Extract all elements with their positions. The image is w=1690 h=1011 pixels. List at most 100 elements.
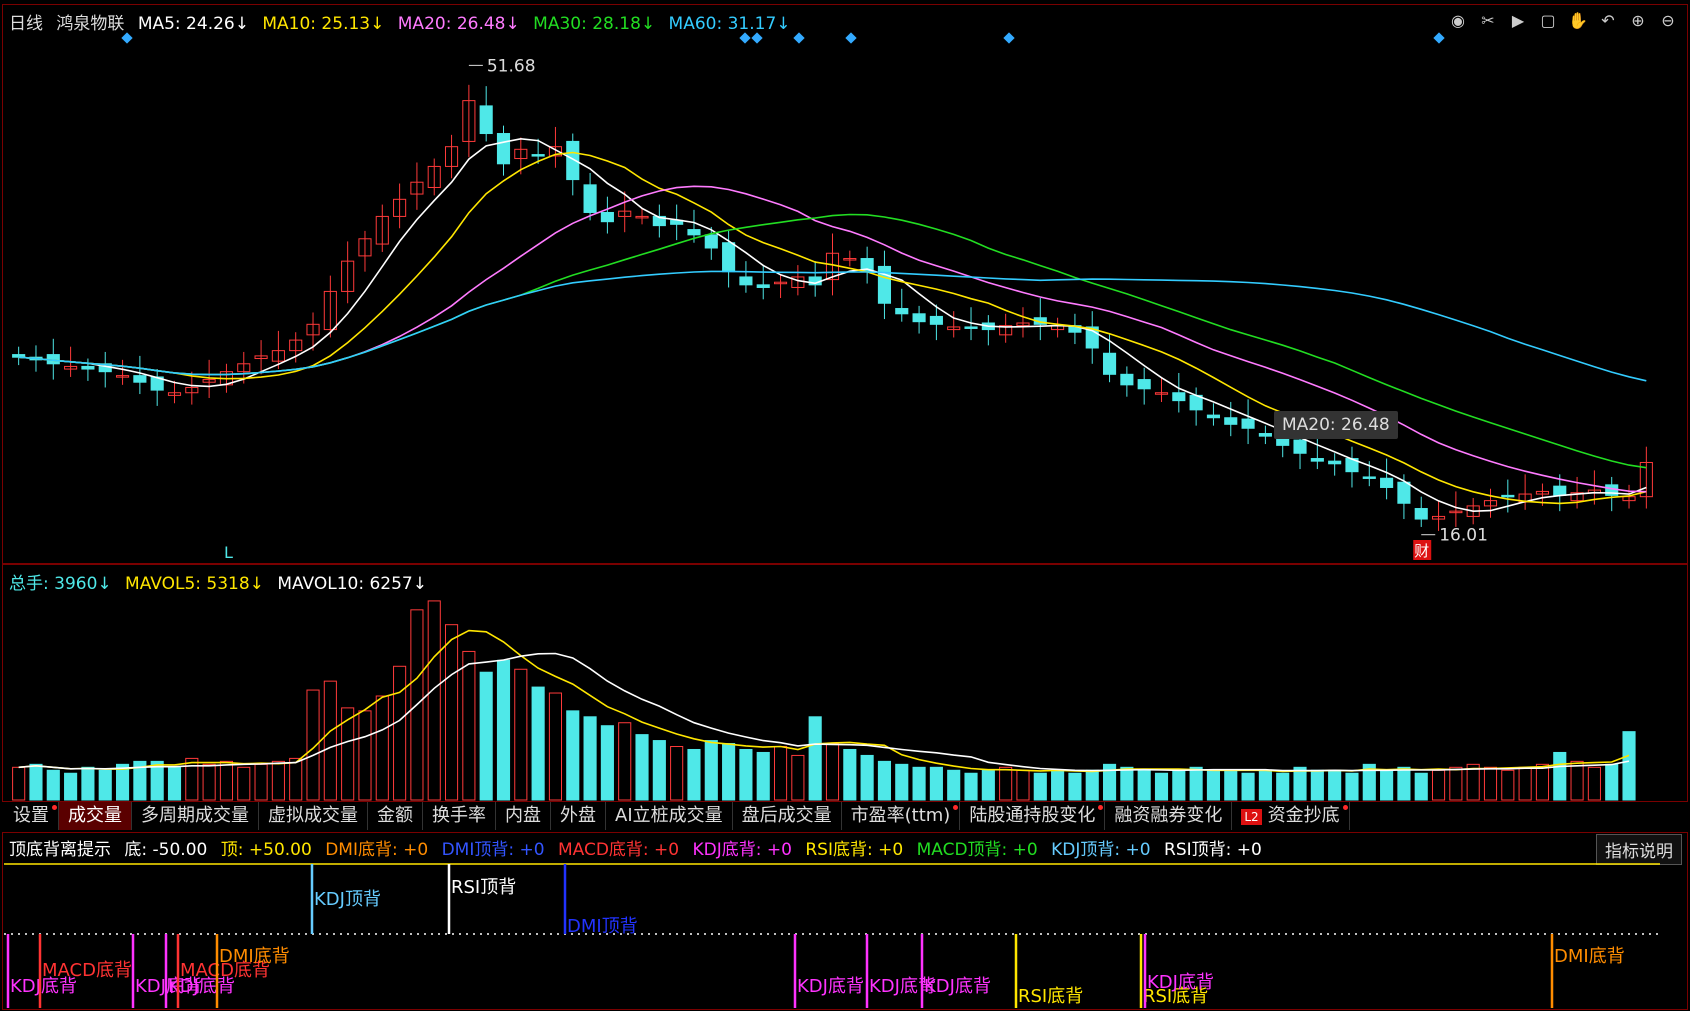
ma5-line (18, 137, 1647, 513)
volume-bar (999, 766, 1013, 801)
volume-bar (271, 760, 285, 801)
volume-bar (1397, 766, 1411, 801)
volume-bar (877, 760, 892, 801)
candle-body (1102, 352, 1117, 375)
volume-bar (219, 760, 234, 801)
volume-bar (531, 686, 545, 801)
candle-body (1380, 477, 1394, 488)
volume-bar (1553, 751, 1567, 801)
candle-body (1328, 460, 1342, 465)
volume-bar (1431, 769, 1446, 801)
volume-bar (358, 710, 372, 801)
low-label: 16.01 (1439, 526, 1488, 546)
kdj-bottom-signal-6-label: KDJ底背 (924, 976, 991, 997)
volume-bar (167, 766, 182, 801)
event-diamond (751, 32, 763, 44)
rsi-top-signal-label: RSI顶背 (451, 877, 516, 898)
candle-body (1293, 439, 1307, 454)
volume-bar (1033, 772, 1047, 801)
volume-bar (1449, 766, 1463, 801)
volume-bar (1414, 772, 1428, 801)
rsi-bottom-signal-1-label: RSI底背 (1018, 986, 1083, 1007)
candle-body (1362, 476, 1376, 479)
volume-bar (1380, 769, 1394, 801)
event-diamond (845, 32, 857, 44)
volume-bar (323, 680, 337, 801)
candle-body (687, 229, 701, 236)
volume-bar (843, 748, 857, 801)
volume-bar (1224, 769, 1238, 801)
volume-bar (1016, 769, 1030, 801)
volume-bar (185, 757, 199, 801)
volume-bar (375, 695, 389, 801)
high-label: 51.68 (487, 56, 536, 76)
event-diamond (121, 32, 133, 44)
candle-body (133, 375, 147, 383)
volume-bar (496, 659, 511, 801)
candle-body (1241, 418, 1255, 429)
volume-bar (1276, 772, 1290, 801)
volume-bar (237, 766, 251, 801)
candle-body (1137, 379, 1151, 390)
volume-bar (514, 668, 528, 801)
candle-body (1553, 485, 1567, 496)
candle-body (756, 284, 770, 288)
volume-bar (1587, 766, 1601, 801)
volume-bar (756, 751, 770, 801)
chart-canvas: 51.68 16.01 L 财 KDJ顶背 RSI顶背 DMI顶背 KDJ底背 MACD底背 KD… (4, 32, 1660, 1008)
volume-bar (1518, 766, 1532, 801)
volume-bar (1172, 769, 1186, 801)
volume-bar (1137, 769, 1151, 801)
candle-body (566, 140, 580, 181)
volume-bar (479, 671, 493, 801)
ma20-line (18, 185, 1647, 493)
volume-bar (773, 746, 788, 801)
volume-bar (81, 766, 95, 801)
volume-bar (64, 772, 78, 801)
candle-body (739, 276, 753, 286)
candle-body (722, 242, 736, 273)
event-diamond (1433, 32, 1445, 44)
candle-body (929, 315, 943, 325)
volume-bar (46, 769, 60, 801)
candle-body (895, 308, 909, 315)
volume-bar (912, 766, 926, 801)
mavol5-line (18, 629, 1630, 773)
candle-body (1397, 481, 1411, 504)
volume-bar (704, 740, 718, 801)
candle-body (1501, 494, 1515, 498)
candle-body (1172, 392, 1186, 402)
candle-body (1206, 414, 1221, 419)
mavol10-line (18, 652, 1630, 772)
dmi-bottom-signal-1-label: DMI底背 (219, 946, 290, 967)
volume-bar (29, 763, 43, 801)
volume-bar (1622, 731, 1636, 801)
volume-bar (1085, 769, 1099, 801)
volume-bar (670, 746, 684, 801)
crosshair-tooltip: MA20: 26.48 (1274, 411, 1398, 439)
volume-bar (600, 725, 614, 801)
kdj-top-signal-label: KDJ顶背 (314, 889, 381, 910)
candle-body (964, 326, 978, 329)
volume-bar (1483, 766, 1498, 801)
volume-bar (462, 650, 476, 801)
volume-bar (1501, 769, 1515, 801)
volume-bar (1310, 769, 1324, 801)
volume-bar (791, 754, 805, 801)
candle-body (600, 211, 614, 223)
volume-bar (722, 743, 736, 801)
candle-body (479, 105, 493, 135)
volume-bar (1605, 763, 1619, 801)
volume-bar (12, 766, 26, 801)
volume-bar (583, 716, 597, 801)
l-marker: L (224, 543, 233, 562)
volume-bar (566, 710, 580, 801)
ma10-line (18, 151, 1647, 505)
volume-bar (289, 757, 303, 801)
volume-bar (652, 740, 666, 801)
volume-bar (895, 763, 909, 801)
kdj-bottom-signal-7-label: KDJ底背 (1147, 972, 1214, 993)
volume-bar (1241, 772, 1255, 801)
candle-body (1310, 458, 1324, 462)
volume-bar (618, 722, 632, 801)
